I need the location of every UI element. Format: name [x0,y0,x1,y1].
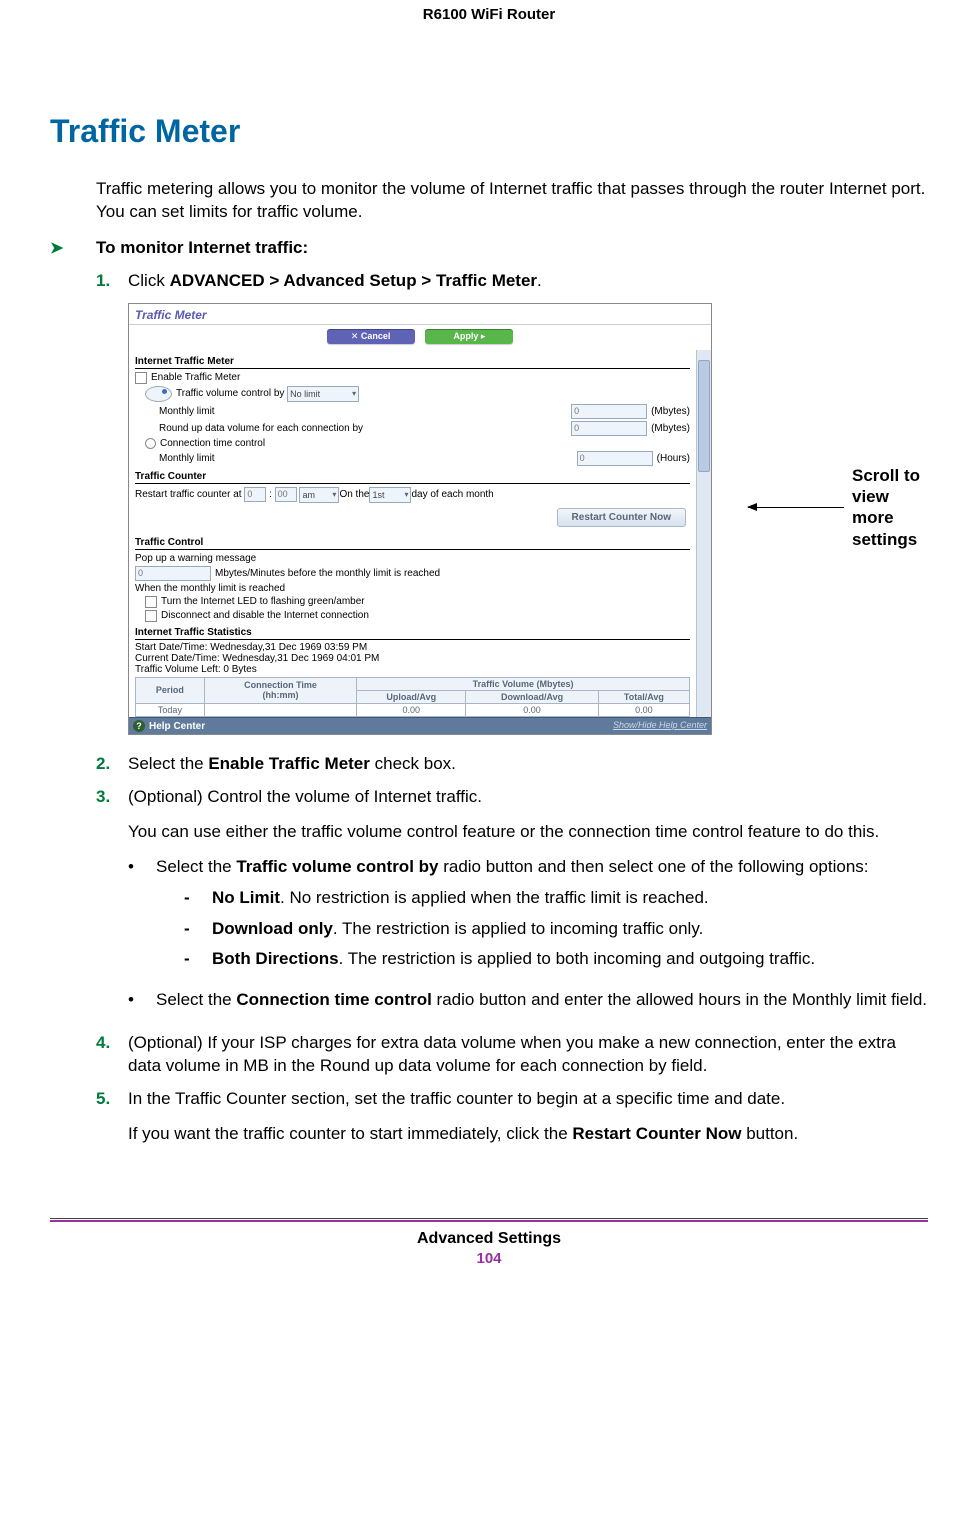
section-heading: Traffic Meter [50,113,928,150]
hours-unit: (Hours) [657,453,690,464]
step-number: 4. [96,1032,128,1078]
step-2-text: Select the Enable Traffic Meter check bo… [128,753,928,776]
restart-counter-button[interactable]: Restart Counter Now [557,508,686,527]
bullet-icon: • [128,856,156,980]
connection-time-radio[interactable] [145,438,156,449]
step-5-text: In the Traffic Counter section, set the … [128,1088,928,1111]
th-conn-time: Connection Time (hh:mm) [204,677,356,703]
apply-button[interactable]: Apply [425,329,513,344]
on-the-label: On the [339,489,369,500]
enable-traffic-label: Enable Traffic Meter [151,372,240,383]
help-center-label: ?Help Center [133,720,205,732]
warning-threshold-input[interactable]: 0 [135,566,211,581]
stats-table: Period Connection Time (hh:mm) Traffic V… [135,677,690,717]
monthly-limit-hours-input[interactable]: 0 [577,451,653,466]
current-datetime: Current Date/Time: Wednesday,31 Dec 1969… [135,653,690,664]
roundup-label: Round up data volume for each connection… [135,423,419,434]
monthly-limit-input[interactable]: 0 [571,404,647,419]
section-traffic-counter: Traffic Counter [135,471,690,484]
roundup-input[interactable]: 0 [571,421,647,436]
screenshot-title: Traffic Meter [129,304,711,325]
intro-paragraph: Traffic metering allows you to monitor t… [96,178,928,224]
callout-text: Scroll to viewmore settings [852,465,941,550]
th-period: Period [136,677,205,703]
restart-hour-input[interactable]: 0 [244,487,266,502]
footer-section-label: Advanced Settings [50,1230,928,1248]
led-label: Turn the Internet LED to flashing green/… [161,596,365,607]
callout-arrow-icon [748,507,844,508]
dash-icon: - [184,887,212,910]
th-upload: Upload/Avg [357,690,466,703]
footer-accent [50,1220,928,1222]
step-4-text: (Optional) If your ISP charges for extra… [128,1032,928,1078]
dash-icon: - [184,918,212,941]
before-label: Mbytes/Minutes before the monthly limit … [215,568,440,579]
connection-time-label: Connection time control [160,438,265,449]
section-internet-traffic-meter: Internet Traffic Meter [135,356,690,369]
step-1-text: Click ADVANCED > Advanced Setup > Traffi… [128,270,928,293]
led-checkbox[interactable] [145,596,157,608]
footer-page-number: 104 [50,1250,928,1267]
cancel-button[interactable]: Cancel [327,329,415,344]
volume-control-radio[interactable] [145,386,172,402]
show-hide-help-link[interactable]: Show/Hide Help Center [613,720,707,732]
step-3-paragraph: You can use either the traffic volume co… [128,821,928,844]
scrollbar[interactable] [696,350,711,717]
option-both-directions: Both Directions. The restriction is appl… [212,948,815,971]
table-row: Today 0.000.000.00 [136,703,690,716]
step-number: 5. [96,1088,128,1158]
step-number: 3. [96,786,128,1023]
restart-min-input[interactable]: 00 [275,487,297,502]
option-download-only: Download only. The restriction is applie… [212,918,703,941]
procedure-arrow-icon: ➤ [50,238,96,258]
popup-label: Pop up a warning message [135,553,256,564]
step-number: 2. [96,753,128,776]
volume-control-select[interactable]: No limit [287,386,359,402]
day-rest-label: day of each month [411,489,493,500]
section-traffic-stats: Internet Traffic Statistics [135,627,690,640]
step-number: 1. [96,270,128,293]
mbytes-unit: (Mbytes) [651,423,690,434]
mbytes-unit: (Mbytes) [651,406,690,417]
bullet-connection-time: Select the Connection time control radio… [156,989,928,1012]
enable-traffic-checkbox[interactable] [135,372,147,384]
disconnect-label: Disconnect and disable the Internet conn… [161,610,369,621]
step-5-paragraph: If you want the traffic counter to start… [128,1123,928,1146]
screenshot-panel: Traffic Meter Cancel Apply Internet Traf… [128,303,712,735]
th-total: Total/Avg [598,690,689,703]
scrollbar-thumb[interactable] [698,360,710,472]
ampm-select[interactable]: am [299,487,339,503]
dash-icon: - [184,948,212,971]
doc-header: R6100 WiFi Router [50,0,928,23]
section-traffic-control: Traffic Control [135,537,690,550]
bullet-volume-control: Select the Traffic volume control by rad… [156,856,928,980]
monthly-limit-hours-label: Monthly limit [135,453,419,464]
help-icon: ? [133,720,145,732]
th-download: Download/Avg [466,690,598,703]
footer-divider [50,1218,928,1219]
disconnect-checkbox[interactable] [145,610,157,622]
day-select[interactable]: 1st [369,487,411,503]
start-datetime: Start Date/Time: Wednesday,31 Dec 1969 0… [135,642,690,653]
step-3-text: (Optional) Control the volume of Interne… [128,786,928,809]
th-traffic-volume: Traffic Volume (Mbytes) [357,677,690,690]
procedure-label: To monitor Internet traffic: [96,238,308,258]
when-limit-label: When the monthly limit is reached [135,583,285,594]
volume-left: Traffic Volume Left: 0 Bytes [135,664,690,675]
option-no-limit: No Limit. No restriction is applied when… [212,887,709,910]
monthly-limit-label: Monthly limit [135,406,419,417]
bullet-icon: • [128,989,156,1012]
volume-control-label: Traffic volume control by [176,388,284,399]
restart-at-label: Restart traffic counter at [135,489,242,500]
